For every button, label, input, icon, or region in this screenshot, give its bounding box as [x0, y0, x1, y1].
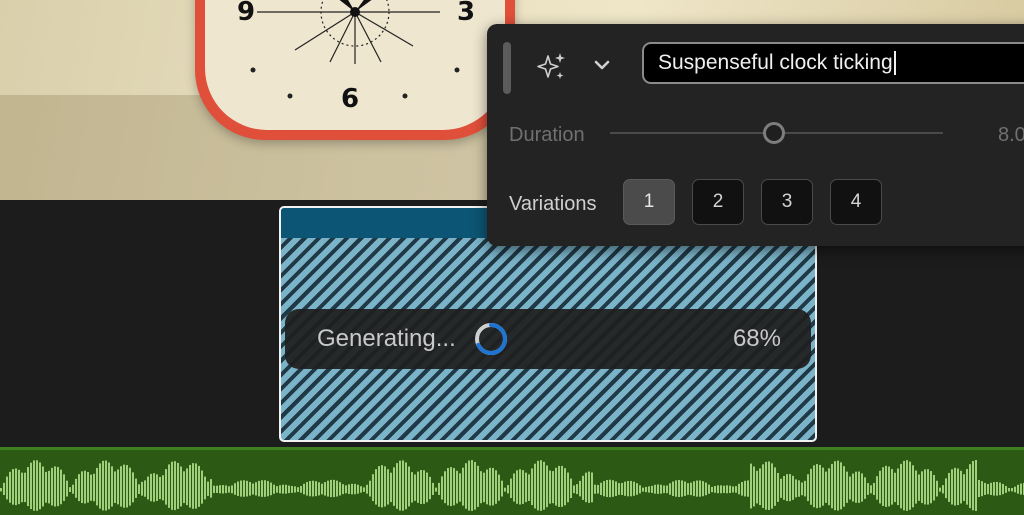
variation-button-3[interactable]: 3	[761, 179, 813, 225]
progress-percent: 68%	[732, 325, 781, 352]
drag-handle-icon[interactable]	[503, 42, 511, 94]
generating-label: Generating...	[317, 325, 456, 352]
variation-button-2[interactable]: 2	[692, 179, 744, 225]
generation-status-bar: Generating... 68%	[285, 309, 811, 369]
variation-button-1[interactable]: 1	[623, 179, 675, 225]
clock-numeral-3: 3	[457, 0, 475, 27]
audio-waveform	[0, 460, 1024, 511]
variation-button-4[interactable]: 4	[830, 179, 882, 225]
wall-clock: 9 3 6	[195, 0, 515, 140]
prompt-input[interactable]: Suspenseful clock ticking	[642, 42, 1024, 84]
prompt-text: Suspenseful clock ticking	[658, 51, 893, 74]
variations-label: Variations	[509, 193, 597, 215]
loading-spinner-icon	[475, 323, 507, 355]
generation-panel: Suspenseful clock ticking Duration 8.0 V…	[487, 24, 1024, 246]
sparkle-icon[interactable]	[534, 50, 568, 84]
audio-track[interactable]	[0, 447, 1024, 515]
clock-numeral-9: 9	[237, 0, 255, 27]
chevron-down-icon[interactable]	[591, 54, 613, 76]
duration-label: Duration	[509, 124, 585, 146]
clock-numeral-6: 6	[341, 84, 359, 114]
duration-value: 8.0	[998, 124, 1024, 146]
duration-slider-thumb[interactable]	[763, 122, 785, 144]
text-caret	[893, 51, 896, 76]
